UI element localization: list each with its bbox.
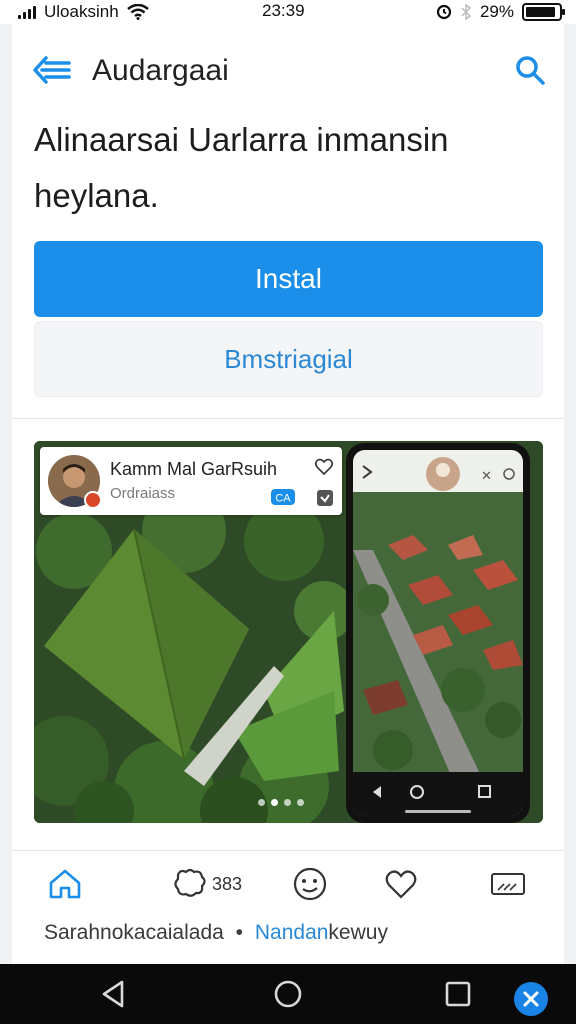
profile-subtitle: Ordraiass (110, 485, 176, 502)
home-nav-icon[interactable] (272, 978, 304, 1010)
carousel-dot[interactable] (297, 799, 304, 806)
comment-icon (174, 868, 206, 897)
app-bar: Audargaai (12, 44, 564, 96)
alarm-icon (436, 4, 452, 20)
comment-count: 383 (212, 873, 243, 894)
avatar-status-badge (84, 491, 102, 509)
comment-button[interactable]: 383 (172, 864, 242, 904)
home-icon (49, 869, 81, 899)
cast-badge-icon[interactable]: CA (270, 487, 296, 507)
secondary-button[interactable]: Bmstriagial (34, 321, 543, 397)
app-title: Audargaai (92, 54, 229, 87)
profile-name: Kamm Mal GarRsuih (110, 459, 278, 479)
like-button[interactable] (384, 864, 418, 904)
heart-icon (385, 870, 417, 899)
footer-separator: • (235, 921, 244, 944)
carousel-dot[interactable] (258, 799, 265, 806)
phone-nav-bar (353, 772, 523, 816)
status-time: 23:39 (262, 1, 305, 20)
phone-screen: ✕ (353, 450, 523, 816)
carousel-dot[interactable] (271, 799, 278, 806)
media-carousel[interactable]: Kamm Mal GarRsuih Ordraiass CA ✕ (34, 441, 543, 823)
status-bar: Uloaksinh 23:39 29% (0, 0, 576, 24)
search-button[interactable] (510, 50, 550, 90)
search-icon (516, 56, 545, 85)
profile-card[interactable]: Kamm Mal GarRsuih Ordraiass CA (40, 447, 342, 515)
system-navigation-bar (0, 964, 576, 1024)
signal-icon (18, 5, 36, 19)
back-button[interactable] (30, 52, 74, 88)
footer-link-suffix: kewuy (328, 921, 388, 944)
home-button[interactable] (48, 864, 82, 904)
footer-text: Sarahnokacaialada (44, 921, 224, 944)
recents-nav-icon[interactable] (442, 978, 474, 1010)
phone-mockup: ✕ (346, 443, 530, 823)
menu-back-icon (33, 56, 71, 84)
footer-link[interactable]: Nandan (255, 921, 329, 944)
cast-icon (491, 873, 525, 895)
back-nav-icon[interactable] (98, 978, 130, 1010)
status-left: Uloaksinh (18, 2, 149, 22)
carousel-dot[interactable] (284, 799, 291, 806)
more-options-icon[interactable] (316, 489, 334, 507)
action-bar: 383 (12, 854, 564, 914)
phone-header: ✕ (353, 450, 523, 492)
status-right: 29% (436, 2, 565, 22)
battery-percent: 29% (479, 2, 514, 21)
reaction-button[interactable] (292, 864, 328, 904)
battery-fill (526, 7, 555, 17)
svg-text:CA: CA (275, 493, 291, 505)
svg-text:✕: ✕ (481, 468, 492, 483)
wifi-icon (126, 4, 149, 20)
assistant-button[interactable] (514, 982, 548, 1016)
emoji-icon (293, 867, 327, 901)
carousel-dots[interactable] (258, 799, 304, 806)
heart-outline-icon[interactable] (314, 457, 334, 477)
village-aerial-image (353, 450, 523, 816)
cast-button[interactable] (490, 864, 526, 904)
battery-icon (522, 3, 565, 21)
app-description: Alinaarsai Uarlarra inmansin heylana. (34, 121, 449, 214)
install-button[interactable]: Instal (34, 241, 543, 317)
divider (12, 418, 564, 419)
footer-caption: Sarahnokacaialada • Nandankewuy (44, 921, 388, 945)
close-x-icon (523, 991, 539, 1007)
divider (12, 850, 564, 851)
bluetooth-icon (461, 4, 472, 20)
app-card: Audargaai Alinaarsai Uarlarra inmansin h… (12, 24, 564, 964)
carrier-name: Uloaksinh (44, 2, 119, 21)
